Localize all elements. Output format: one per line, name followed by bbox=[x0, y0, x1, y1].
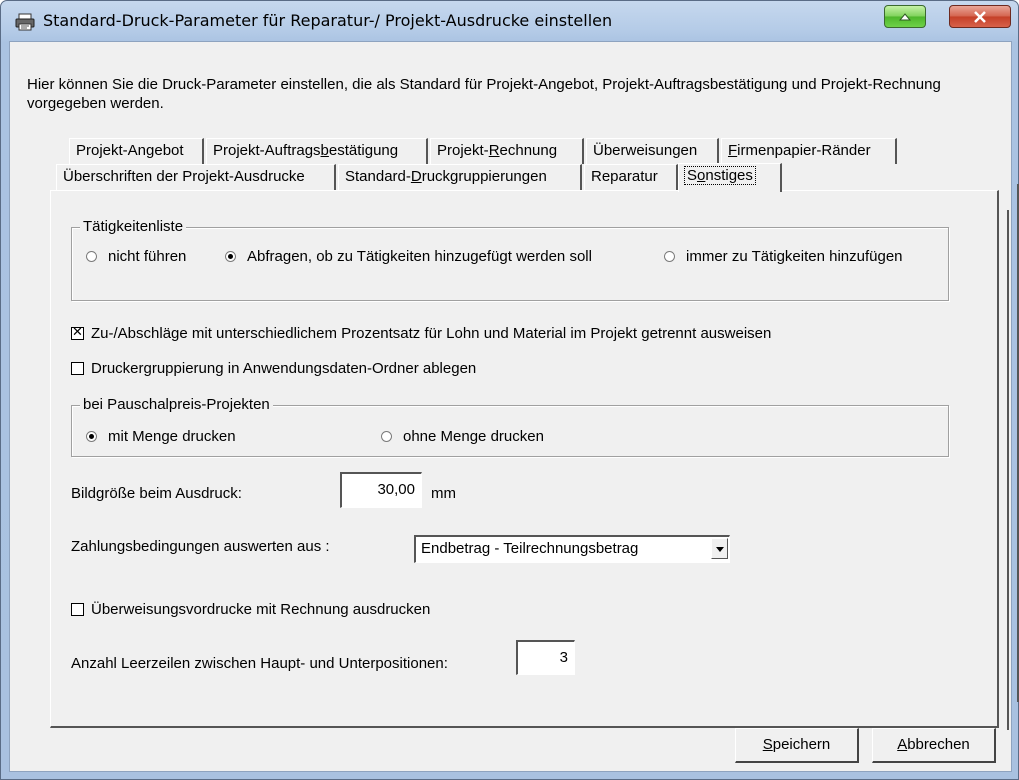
bildgroesse-label: Bildgröße beim Ausdruck: bbox=[71, 485, 242, 502]
radio-mit-menge[interactable]: mit Menge drucken bbox=[86, 428, 236, 445]
tab-projekt-rechnung[interactable]: Projekt-Rechnung bbox=[430, 138, 584, 164]
radio-nicht-fuehren[interactable]: nicht führen bbox=[86, 248, 186, 265]
radio-indicator bbox=[381, 431, 392, 442]
close-icon bbox=[974, 10, 986, 23]
radio-indicator bbox=[225, 251, 236, 262]
tab-label: Reparatur bbox=[591, 168, 658, 185]
bildgroesse-unit: mm bbox=[431, 485, 456, 502]
check-druckergruppierung[interactable]: Druckergruppierung in Anwendungsdaten-Or… bbox=[71, 360, 476, 377]
tab-label-part: S bbox=[687, 167, 698, 184]
printer-icon bbox=[15, 13, 35, 31]
minimize-icon bbox=[898, 12, 912, 20]
radio-label: Abfragen, ob zu Tätigkeiten hinzugefügt … bbox=[247, 248, 592, 265]
radio-label: immer zu Tätigkeiten hinzufügen bbox=[686, 248, 903, 265]
save-button[interactable]: Speichern bbox=[735, 728, 859, 763]
button-accesskey: S bbox=[762, 736, 773, 753]
radio-label: ohne Menge drucken bbox=[403, 428, 544, 445]
tab-firmenpapier-raender[interactable]: Firmenpapier-Ränder bbox=[721, 138, 897, 164]
group-title: Tätigkeitenliste bbox=[80, 218, 187, 236]
checkbox-indicator: ✕ bbox=[71, 325, 84, 340]
button-accesskey: A bbox=[897, 736, 908, 753]
tab-ueberschriften[interactable]: Überschriften der Projekt-Ausdrucke bbox=[56, 164, 336, 190]
tab-label: Überweisungen bbox=[593, 142, 698, 159]
chevron-down-icon[interactable] bbox=[711, 538, 728, 559]
checkbox-label: Überweisungsvordrucke mit Rechnung ausdr… bbox=[91, 601, 431, 618]
tab-label-accesskey: F bbox=[728, 142, 738, 159]
radio-label: mit Menge drucken bbox=[108, 428, 236, 445]
tab-label: Projekt-Angebot bbox=[76, 142, 184, 159]
radio-label: nicht führen bbox=[108, 248, 187, 265]
group-taetigkeitenliste: Tätigkeitenliste nicht führen Abfragen, … bbox=[71, 218, 949, 301]
zahlungsbedingungen-select[interactable]: Endbetrag - Teilrechnungsbetrag bbox=[414, 535, 730, 563]
close-button[interactable] bbox=[949, 5, 1011, 28]
leerzeilen-input[interactable]: 3 bbox=[516, 640, 575, 675]
cancel-button[interactable]: Abbrechen bbox=[872, 728, 996, 763]
radio-indicator bbox=[664, 251, 675, 262]
tab-projekt-angebot[interactable]: Projekt-Angebot bbox=[69, 138, 204, 164]
tab-label-part: Projekt- bbox=[437, 142, 489, 159]
checkbox-label: Druckergruppierung in Anwendungsdaten-Or… bbox=[91, 360, 477, 377]
group-title: bei Pauschalpreis-Projekten bbox=[80, 396, 273, 414]
tab-label-part: estätigung bbox=[328, 142, 399, 159]
tab-label-accesskey: b bbox=[320, 142, 329, 159]
tab-focus-label: Sonstiges bbox=[684, 166, 756, 185]
tab-label-part: ruckgruppierungen bbox=[421, 168, 547, 185]
window-title: Standard-Druck-Parameter für Reparatur-/… bbox=[43, 11, 613, 30]
radio-indicator bbox=[86, 431, 97, 442]
button-label: peichern bbox=[772, 736, 831, 753]
minimize-button[interactable] bbox=[884, 5, 926, 28]
checkbox-indicator bbox=[71, 362, 84, 375]
tab-label-part: nstiges bbox=[705, 167, 753, 184]
tab-projekt-auftragsbestaetigung[interactable]: Projekt-Auftragsbestätigung bbox=[206, 138, 428, 164]
tab-label-part: Projekt-Auftrags bbox=[213, 142, 321, 159]
tab-label-accesskey: D bbox=[410, 168, 422, 185]
title-bar[interactable]: Standard-Druck-Parameter für Reparatur-/… bbox=[1, 1, 1018, 41]
tab-sonstiges[interactable]: Sonstiges bbox=[678, 163, 782, 192]
window-frame: Standard-Druck-Parameter für Reparatur-/… bbox=[0, 0, 1019, 780]
leerzeilen-label: Anzahl Leerzeilen zwischen Haupt- und Un… bbox=[71, 655, 448, 672]
radio-indicator bbox=[86, 251, 97, 262]
select-value: Endbetrag - Teilrechnungsbetrag bbox=[421, 540, 639, 557]
zahlungsbedingungen-label: Zahlungsbedingungen auswerten aus : bbox=[71, 538, 330, 555]
tab-label-accesskey: R bbox=[488, 142, 500, 159]
group-pauschalpreis: bei Pauschalpreis-Projekten mit Menge dr… bbox=[71, 396, 949, 457]
button-label: bbrechen bbox=[907, 736, 970, 753]
tab-label-part: irmenpapier-Ränder bbox=[737, 142, 871, 159]
tab-label-part: Standard- bbox=[345, 168, 411, 185]
checkbox-label: Zu-/Abschläge mit unterschiedlichem Proz… bbox=[91, 325, 772, 342]
tab-ueberweisungen[interactable]: Überweisungen bbox=[586, 138, 719, 164]
radio-ohne-menge[interactable]: ohne Menge drucken bbox=[381, 428, 544, 445]
tab-reparatur[interactable]: Reparatur bbox=[584, 164, 678, 190]
tab-standard-druckgruppierungen[interactable]: Standard-Druckgruppierungen bbox=[338, 164, 582, 190]
check-zuabschlaege-getrennt[interactable]: ✕ Zu-/Abschläge mit unterschiedlichem Pr… bbox=[71, 325, 771, 342]
tab-label: Überschriften der Projekt-Ausdrucke bbox=[63, 168, 305, 185]
radio-immer-hinzufuegen[interactable]: immer zu Tätigkeiten hinzufügen bbox=[664, 248, 903, 265]
description-text: Hier können Sie die Druck-Parameter eins… bbox=[27, 76, 941, 112]
tab-label-part: echnung bbox=[499, 142, 558, 159]
checkbox-indicator bbox=[71, 603, 84, 616]
check-ueberweisungsvordrucke[interactable]: Überweisungsvordrucke mit Rechnung ausdr… bbox=[71, 601, 430, 618]
bildgroesse-input[interactable]: 30,00 bbox=[340, 472, 422, 508]
tab-panel-sonstiges: Tätigkeitenliste nicht führen Abfragen, … bbox=[50, 190, 999, 728]
dialog-client-area: Hier können Sie die Druck-Parameter eins… bbox=[9, 41, 1019, 772]
radio-abfragen[interactable]: Abfragen, ob zu Tätigkeiten hinzugefügt … bbox=[225, 248, 592, 265]
